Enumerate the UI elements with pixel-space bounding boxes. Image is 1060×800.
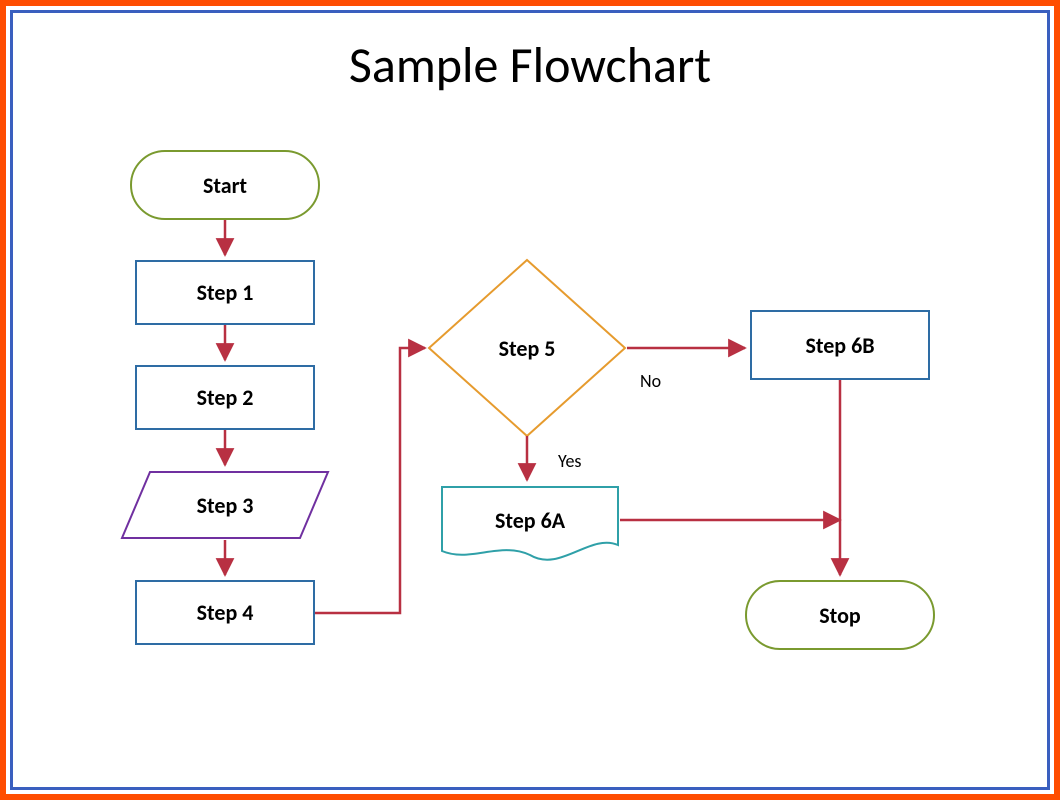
node-start-label: Start	[203, 172, 247, 199]
node-step5: Step 5	[427, 258, 627, 438]
node-step2: Step 2	[135, 365, 315, 430]
node-step6b: Step 6B	[750, 310, 930, 380]
node-step6a-label: Step 6A	[440, 477, 620, 563]
node-step2-label: Step 2	[197, 384, 254, 411]
node-step3-label: Step 3	[120, 470, 330, 540]
node-step4-label: Step 4	[197, 599, 254, 626]
node-step5-label: Step 5	[427, 258, 627, 438]
node-stop: Stop	[745, 580, 935, 650]
node-step4: Step 4	[135, 580, 315, 645]
node-step6b-label: Step 6B	[805, 332, 874, 359]
edge-label-yes: Yes	[558, 450, 581, 472]
node-step1-label: Step 1	[197, 279, 254, 306]
diagram-title: Sample Flowchart	[0, 35, 1060, 96]
node-step6a: Step 6A	[440, 485, 620, 563]
edge-label-no: No	[640, 370, 661, 392]
node-start: Start	[130, 150, 320, 220]
node-step3: Step 3	[120, 470, 330, 540]
node-stop-label: Stop	[819, 602, 860, 629]
node-step1: Step 1	[135, 260, 315, 325]
